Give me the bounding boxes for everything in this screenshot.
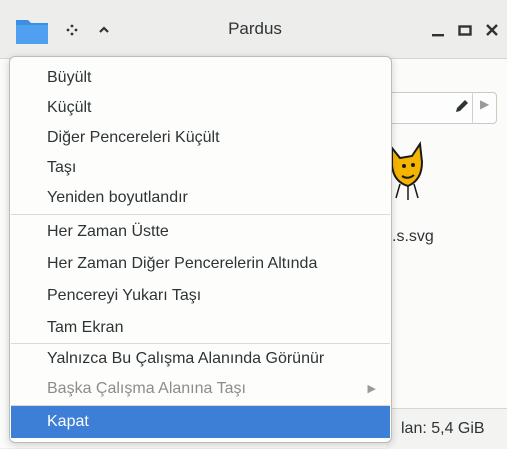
minimize-icon — [432, 34, 444, 37]
menu-item-close[interactable]: Kapat — [11, 406, 390, 438]
submenu-arrow-icon: ▶ — [367, 383, 376, 395]
menu-item-move-to-workspace-label: Başka Çalışma Alanına Taşı — [47, 380, 246, 397]
menu-item-maximize[interactable]: Büyült — [11, 63, 390, 93]
file-name-label: .s.svg — [392, 228, 434, 245]
menu-item-always-on-top[interactable]: Her Zaman Üstte — [11, 217, 390, 247]
window-menu: Büyült Küçült Diğer Pencereleri Küçült T… — [9, 56, 392, 443]
toolbar-divider — [472, 92, 473, 124]
svg-file-thumbnail[interactable] — [386, 140, 426, 210]
window-title: Pardus — [228, 19, 282, 38]
maximize-icon — [458, 25, 472, 36]
menu-item-fullscreen[interactable]: Tam Ekran — [11, 313, 390, 343]
minimize-button[interactable] — [424, 16, 452, 44]
menu-separator — [11, 214, 390, 215]
move-handle-icon[interactable] — [58, 16, 86, 44]
maximize-button[interactable] — [451, 16, 479, 44]
menu-item-move-to-workspace: Başka Çalışma Alanına Taşı ▶ — [11, 374, 390, 404]
chevron-up-icon[interactable] — [90, 16, 118, 44]
menu-item-raise-window[interactable]: Pencereyi Yukarı Taşı — [11, 281, 390, 311]
close-icon — [486, 24, 498, 36]
close-button[interactable] — [478, 16, 506, 44]
menu-item-move[interactable]: Taşı — [11, 153, 390, 183]
folder-icon[interactable] — [14, 16, 50, 46]
chevron-right-icon[interactable]: ▶ — [480, 97, 489, 111]
pencil-icon[interactable] — [452, 96, 472, 116]
title-bar[interactable]: Pardus — [0, 0, 507, 59]
menu-item-resize[interactable]: Yeniden boyutlandır — [11, 183, 390, 213]
menu-item-minimize-others[interactable]: Diğer Pencereleri Küçült — [11, 123, 390, 153]
menu-item-minimize[interactable]: Küçült — [11, 93, 390, 123]
free-space-label: lan: 5,4 GiB — [401, 420, 485, 437]
menu-item-this-workspace-only[interactable]: Yalnızca Bu Çalışma Alanında Görünür — [11, 344, 390, 374]
file-manager-window: Pardus ▶ .s.svg lan: 5,4 GiB Büyült Küçü… — [0, 0, 507, 449]
menu-item-always-below[interactable]: Her Zaman Diğer Pencerelerin Altında — [11, 249, 390, 279]
